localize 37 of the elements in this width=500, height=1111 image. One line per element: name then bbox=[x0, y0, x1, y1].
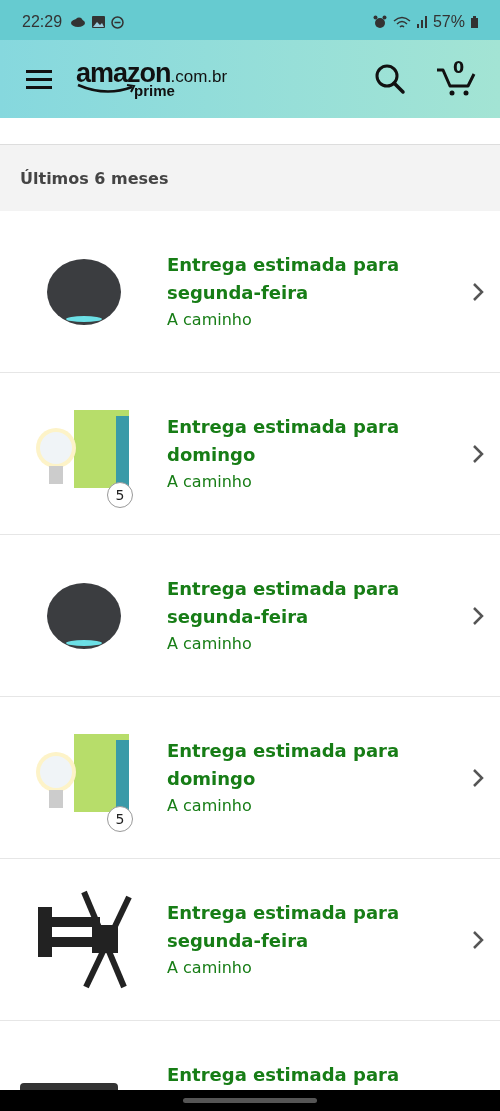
section-title: Últimos 6 meses bbox=[20, 168, 169, 188]
chevron-right-icon bbox=[472, 929, 484, 950]
alarm-icon bbox=[372, 15, 387, 29]
image-icon bbox=[92, 16, 106, 28]
battery-percent: 57% bbox=[432, 13, 465, 31]
menu-icon[interactable] bbox=[26, 69, 52, 89]
delivery-status: A caminho bbox=[167, 632, 253, 655]
delivery-status: A caminho bbox=[167, 794, 253, 817]
logo-domain: .com.br bbox=[170, 67, 228, 86]
delivery-estimate: Entrega estimada para segunda-feira bbox=[167, 252, 401, 305]
chevron-right-icon bbox=[472, 605, 484, 626]
order-row[interactable]: 5 Entrega estimada para domingo A caminho bbox=[0, 697, 500, 859]
delivery-status: A caminho bbox=[167, 470, 253, 493]
status-time: 22:29 bbox=[22, 13, 63, 31]
wifi-icon bbox=[392, 15, 411, 29]
delivery-estimate: Entrega estimada para domingo bbox=[167, 414, 401, 467]
chevron-right-icon bbox=[472, 767, 484, 788]
cloud-icon bbox=[70, 17, 87, 27]
order-row[interactable]: Entrega estimada para segunda-feira A caminho bbox=[0, 211, 500, 373]
search-icon[interactable] bbox=[374, 63, 406, 95]
logo-wordmark[interactable]: amazon bbox=[76, 60, 171, 86]
delivery-estimate: Entrega estimada para domingo bbox=[167, 738, 401, 791]
order-row[interactable]: Entrega estimada para bbox=[0, 1021, 500, 1090]
battery-icon bbox=[471, 16, 478, 28]
delivery-status: A caminho bbox=[167, 956, 253, 979]
do-not-disturb-icon bbox=[111, 15, 125, 29]
logo-prime: prime bbox=[134, 83, 175, 98]
signal-icon bbox=[416, 16, 427, 28]
chevron-right-icon bbox=[472, 281, 484, 302]
delivery-estimate: Entrega estimada para segunda-feira bbox=[167, 576, 401, 629]
chevron-right-icon bbox=[472, 443, 484, 464]
delivery-estimate: Entrega estimada para bbox=[167, 1063, 401, 1087]
order-row[interactable]: 5 Entrega estimada para domingo A caminho bbox=[0, 373, 500, 535]
order-row[interactable]: Entrega estimada para segunda-feira A caminho bbox=[0, 535, 500, 697]
order-row[interactable]: Entrega estimada para segunda-feira A caminho bbox=[0, 859, 500, 1021]
delivery-estimate: Entrega estimada para segunda-feira bbox=[167, 900, 401, 953]
delivery-status: A caminho bbox=[167, 308, 253, 331]
